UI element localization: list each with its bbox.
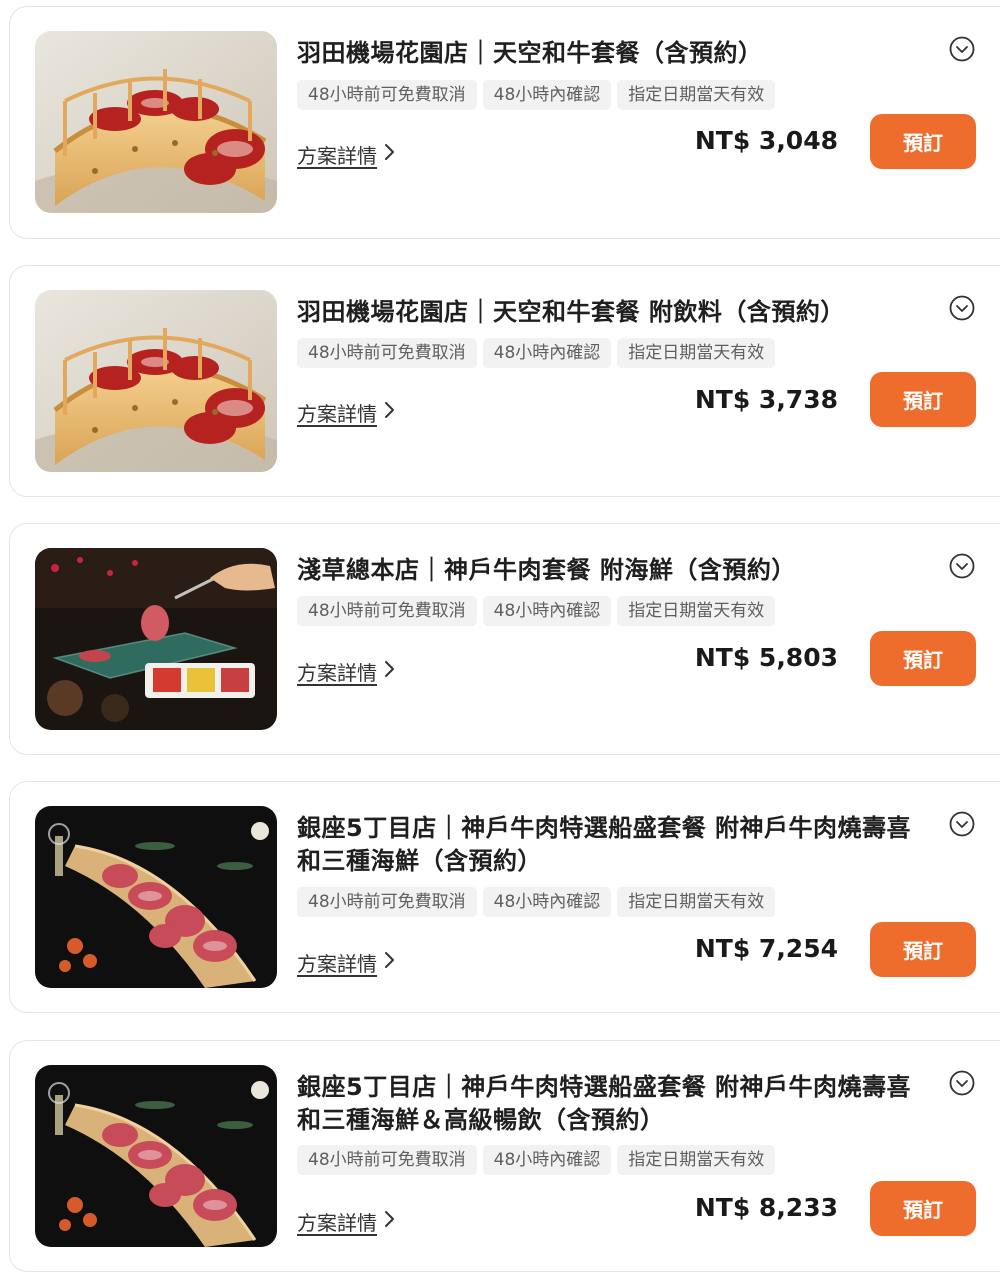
plan-tags: 48小時前可免費取消 48小時內確認 指定日期當天有效 bbox=[297, 887, 776, 917]
plan-details-label: 方案詳情 bbox=[297, 144, 377, 168]
plan-card: 淺草總本店｜神戶牛肉套餐 附海鮮（含預約） 48小時前可免費取消 48小時內確認… bbox=[9, 523, 1000, 755]
plan-title: 羽田機場花園店｜天空和牛套餐（含預約） bbox=[297, 39, 763, 67]
plan-tags: 48小時前可免費取消 48小時內確認 指定日期當天有效 bbox=[297, 1145, 776, 1175]
plan-image bbox=[35, 806, 277, 988]
tag-free-cancel: 48小時前可免費取消 bbox=[297, 887, 477, 917]
chevron-down-icon[interactable] bbox=[949, 1070, 975, 1096]
plan-details-label: 方案詳情 bbox=[297, 402, 377, 426]
plan-details-link[interactable]: 方案詳情 bbox=[297, 398, 397, 427]
tag-free-cancel: 48小時前可免費取消 bbox=[297, 80, 477, 110]
plan-card: 銀座5丁目店｜神戶牛肉特選船盛套餐 附神戶牛肉燒壽喜和三種海鮮＆高級暢飲（含預約… bbox=[9, 1040, 1000, 1272]
chevron-right-icon bbox=[383, 142, 397, 167]
plan-card: 羽田機場花園店｜天空和牛套餐（含預約） 48小時前可免費取消 48小時內確認 指… bbox=[9, 6, 1000, 239]
plan-details-label: 方案詳情 bbox=[297, 952, 377, 976]
book-button[interactable]: 預訂 bbox=[870, 922, 976, 977]
plan-price: NT$ 3,738 bbox=[694, 385, 838, 414]
tag-valid-date: 指定日期當天有效 bbox=[617, 338, 776, 368]
plan-details-link[interactable]: 方案詳情 bbox=[297, 140, 397, 169]
tag-free-cancel: 48小時前可免費取消 bbox=[297, 338, 477, 368]
plan-tags: 48小時前可免費取消 48小時內確認 指定日期當天有效 bbox=[297, 596, 776, 626]
plan-title: 銀座5丁目店｜神戶牛肉特選船盛套餐 附神戶牛肉燒壽喜和三種海鮮＆高級暢飲（含預約… bbox=[297, 1073, 912, 1134]
chevron-right-icon bbox=[383, 659, 397, 684]
plan-price: NT$ 5,803 bbox=[694, 643, 838, 672]
plan-title: 羽田機場花園店｜天空和牛套餐 附飲料（含預約） bbox=[297, 298, 845, 326]
tag-free-cancel: 48小時前可免費取消 bbox=[297, 1145, 477, 1175]
plan-image bbox=[35, 548, 277, 730]
plan-tags: 48小時前可免費取消 48小時內確認 指定日期當天有效 bbox=[297, 338, 776, 368]
tag-confirm: 48小時內確認 bbox=[482, 596, 612, 626]
plan-details-link[interactable]: 方案詳情 bbox=[297, 948, 397, 977]
tag-free-cancel: 48小時前可免費取消 bbox=[297, 596, 477, 626]
plan-tags: 48小時前可免費取消 48小時內確認 指定日期當天有效 bbox=[297, 80, 776, 110]
tag-valid-date: 指定日期當天有效 bbox=[617, 1145, 776, 1175]
plan-details-link[interactable]: 方案詳情 bbox=[297, 1207, 397, 1236]
plan-image bbox=[35, 290, 277, 472]
tag-confirm: 48小時內確認 bbox=[482, 80, 612, 110]
chevron-down-icon[interactable] bbox=[949, 811, 975, 837]
plan-details-label: 方案詳情 bbox=[297, 661, 377, 685]
tag-valid-date: 指定日期當天有效 bbox=[617, 596, 776, 626]
plan-price: NT$ 3,048 bbox=[694, 126, 838, 155]
book-button[interactable]: 預訂 bbox=[870, 1181, 976, 1236]
tag-confirm: 48小時內確認 bbox=[482, 887, 612, 917]
plan-image bbox=[35, 1065, 277, 1247]
chevron-right-icon bbox=[383, 1209, 397, 1234]
chevron-right-icon bbox=[383, 950, 397, 975]
chevron-right-icon bbox=[383, 400, 397, 425]
book-button[interactable]: 預訂 bbox=[870, 631, 976, 686]
chevron-down-icon[interactable] bbox=[949, 36, 975, 62]
plan-image bbox=[35, 31, 277, 213]
chevron-down-icon[interactable] bbox=[949, 553, 975, 579]
plan-title: 銀座5丁目店｜神戶牛肉特選船盛套餐 附神戶牛肉燒壽喜和三種海鮮（含預約） bbox=[297, 814, 912, 875]
book-button[interactable]: 預訂 bbox=[870, 114, 976, 169]
tag-confirm: 48小時內確認 bbox=[482, 1145, 612, 1175]
plan-title: 淺草總本店｜神戶牛肉套餐 附海鮮（含預約） bbox=[297, 556, 796, 584]
tag-confirm: 48小時內確認 bbox=[482, 338, 612, 368]
book-button[interactable]: 預訂 bbox=[870, 372, 976, 427]
tag-valid-date: 指定日期當天有效 bbox=[617, 887, 776, 917]
plan-details-link[interactable]: 方案詳情 bbox=[297, 657, 397, 686]
plan-price: NT$ 8,233 bbox=[694, 1193, 838, 1222]
plan-price: NT$ 7,254 bbox=[694, 934, 838, 963]
plan-card: 銀座5丁目店｜神戶牛肉特選船盛套餐 附神戶牛肉燒壽喜和三種海鮮（含預約） 48小… bbox=[9, 781, 1000, 1013]
plan-card: 羽田機場花園店｜天空和牛套餐 附飲料（含預約） 48小時前可免費取消 48小時內… bbox=[9, 265, 1000, 497]
plan-details-label: 方案詳情 bbox=[297, 1211, 377, 1235]
chevron-down-icon[interactable] bbox=[949, 295, 975, 321]
tag-valid-date: 指定日期當天有效 bbox=[617, 80, 776, 110]
